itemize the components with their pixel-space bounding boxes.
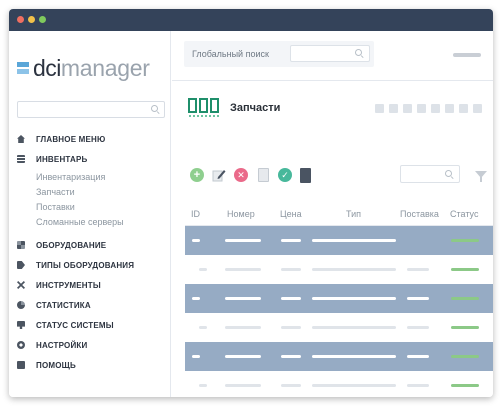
submenu-item-inventory-check[interactable]: Инвентаризация — [36, 170, 167, 185]
column-header-price[interactable]: Цена — [280, 209, 302, 219]
table-row[interactable] — [185, 255, 493, 284]
header-tool-icon[interactable] — [445, 104, 454, 113]
logo-text-dci: dci — [33, 54, 61, 81]
header-tool-icon[interactable] — [375, 104, 384, 113]
header-tool-icon[interactable] — [431, 104, 440, 113]
table-filter-input[interactable] — [400, 165, 460, 183]
main-content: Глобальный поиск Запчасти + ✕ ✓ ID Номер… — [172, 31, 493, 397]
filter-icon[interactable] — [475, 171, 487, 182]
search-icon — [445, 170, 454, 179]
confirm-button[interactable]: ✓ — [278, 168, 292, 182]
header-tool-icon[interactable] — [473, 104, 482, 113]
submenu-item-broken-servers[interactable]: Сломанные серверы — [36, 215, 167, 230]
column-header-type[interactable]: Тип — [346, 209, 361, 219]
table-row[interactable] — [185, 226, 493, 255]
sidebar-item-system-status[interactable]: СТАТУС СИСТЕМЫ — [17, 315, 167, 335]
sidebar-item-label: ПОМОЩЬ — [36, 360, 76, 370]
logo-text-manager: manager — [60, 54, 150, 81]
tag-icon — [17, 261, 25, 269]
edit-button[interactable] — [212, 168, 226, 182]
global-search-input[interactable] — [290, 45, 370, 62]
table-row[interactable] — [185, 342, 493, 371]
submenu-item-spare-parts[interactable]: Запчасти — [36, 185, 167, 200]
header-tool-icon[interactable] — [389, 104, 398, 113]
sidebar-item-help[interactable]: ПОМОЩЬ — [17, 355, 167, 375]
app-window: dci manager ГЛАВНОЕ МЕНЮ ИНВЕНТАРЬ Инвен… — [9, 9, 493, 397]
header-tool-icon[interactable] — [459, 104, 468, 113]
sidebar-item-settings[interactable]: НАСТРОЙКИ — [17, 335, 167, 355]
table-row[interactable] — [185, 284, 493, 313]
table-row[interactable] — [185, 313, 493, 342]
global-search-label: Глобальный поиск — [192, 49, 269, 59]
user-menu[interactable] — [453, 53, 481, 57]
sidebar-item-inventory[interactable]: ИНВЕНТАРЬ — [17, 149, 167, 169]
sidebar-item-label: ТИПЫ ОБОРУДОВАНИЯ — [36, 260, 135, 270]
sidebar-nav: ГЛАВНОЕ МЕНЮ ИНВЕНТАРЬ Инвентаризация За… — [17, 129, 167, 375]
sidebar-item-label: ИНСТРУМЕНТЫ — [36, 280, 101, 290]
submenu-item-deliveries[interactable]: Поставки — [36, 200, 167, 215]
search-icon — [355, 49, 364, 58]
catalog-button[interactable] — [300, 168, 311, 183]
sidebar-item-equipment[interactable]: ОБОРУДОВАНИЕ — [17, 235, 167, 255]
search-icon — [151, 105, 160, 114]
table-header: ID Номер Цена Тип Поставка Статус — [185, 199, 493, 226]
sidebar-item-label: СТАТУС СИСТЕМЫ — [36, 320, 114, 330]
sidebar-item-label: СТАТИСТИКА — [36, 300, 91, 310]
sidebar-search-input[interactable] — [17, 101, 165, 118]
document-button[interactable] — [258, 168, 269, 182]
add-button[interactable]: + — [190, 168, 204, 182]
column-header-id[interactable]: ID — [191, 209, 200, 219]
delete-button[interactable]: ✕ — [234, 168, 248, 182]
global-search: Глобальный поиск — [184, 41, 374, 67]
header-tool-icon[interactable] — [403, 104, 412, 113]
pencil-icon — [212, 170, 226, 182]
page-title: Запчасти — [230, 102, 281, 114]
sidebar-item-statistics[interactable]: СТАТИСТИКА — [17, 295, 167, 315]
pie-chart-icon — [17, 301, 25, 309]
list-icon — [17, 155, 25, 163]
help-icon — [17, 361, 25, 369]
header-tool-icon[interactable] — [417, 104, 426, 113]
sidebar-item-tools[interactable]: ИНСТРУМЕНТЫ — [17, 275, 167, 295]
close-window-icon[interactable] — [17, 16, 24, 23]
column-header-number[interactable]: Номер — [227, 209, 255, 219]
monitor-icon — [17, 321, 25, 329]
check-icon: ✓ — [281, 169, 289, 180]
app-logo[interactable]: dci manager — [17, 55, 150, 81]
table-row[interactable] — [185, 371, 493, 397]
gear-icon — [17, 341, 25, 349]
tools-icon — [17, 281, 25, 289]
spare-parts-table: ID Номер Цена Тип Поставка Статус — [185, 199, 493, 397]
plus-icon: + — [193, 168, 201, 181]
inventory-submenu: Инвентаризация Запчасти Поставки Сломанн… — [17, 170, 167, 230]
sidebar-item-home[interactable]: ГЛАВНОЕ МЕНЮ — [17, 129, 167, 149]
top-bar: Глобальный поиск — [172, 31, 493, 81]
column-header-status[interactable]: Статус — [450, 209, 478, 219]
logo-icon — [17, 61, 29, 75]
home-icon — [17, 135, 25, 143]
sidebar: dci manager ГЛАВНОЕ МЕНЮ ИНВЕНТАРЬ Инвен… — [9, 31, 171, 397]
sidebar-item-label: ГЛАВНОЕ МЕНЮ — [36, 134, 106, 144]
window-titlebar — [9, 9, 493, 31]
grid-icon — [17, 241, 25, 249]
minimize-window-icon[interactable] — [28, 16, 35, 23]
sidebar-item-label: НАСТРОЙКИ — [36, 340, 88, 350]
column-header-delivery[interactable]: Поставка — [400, 209, 439, 219]
sidebar-item-label: ИНВЕНТАРЬ — [36, 154, 88, 164]
sidebar-item-equipment-types[interactable]: ТИПЫ ОБОРУДОВАНИЯ — [17, 255, 167, 275]
sidebar-item-label: ОБОРУДОВАНИЕ — [36, 240, 107, 250]
x-icon: ✕ — [237, 169, 245, 180]
spare-parts-icon — [188, 97, 220, 119]
maximize-window-icon[interactable] — [39, 16, 46, 23]
